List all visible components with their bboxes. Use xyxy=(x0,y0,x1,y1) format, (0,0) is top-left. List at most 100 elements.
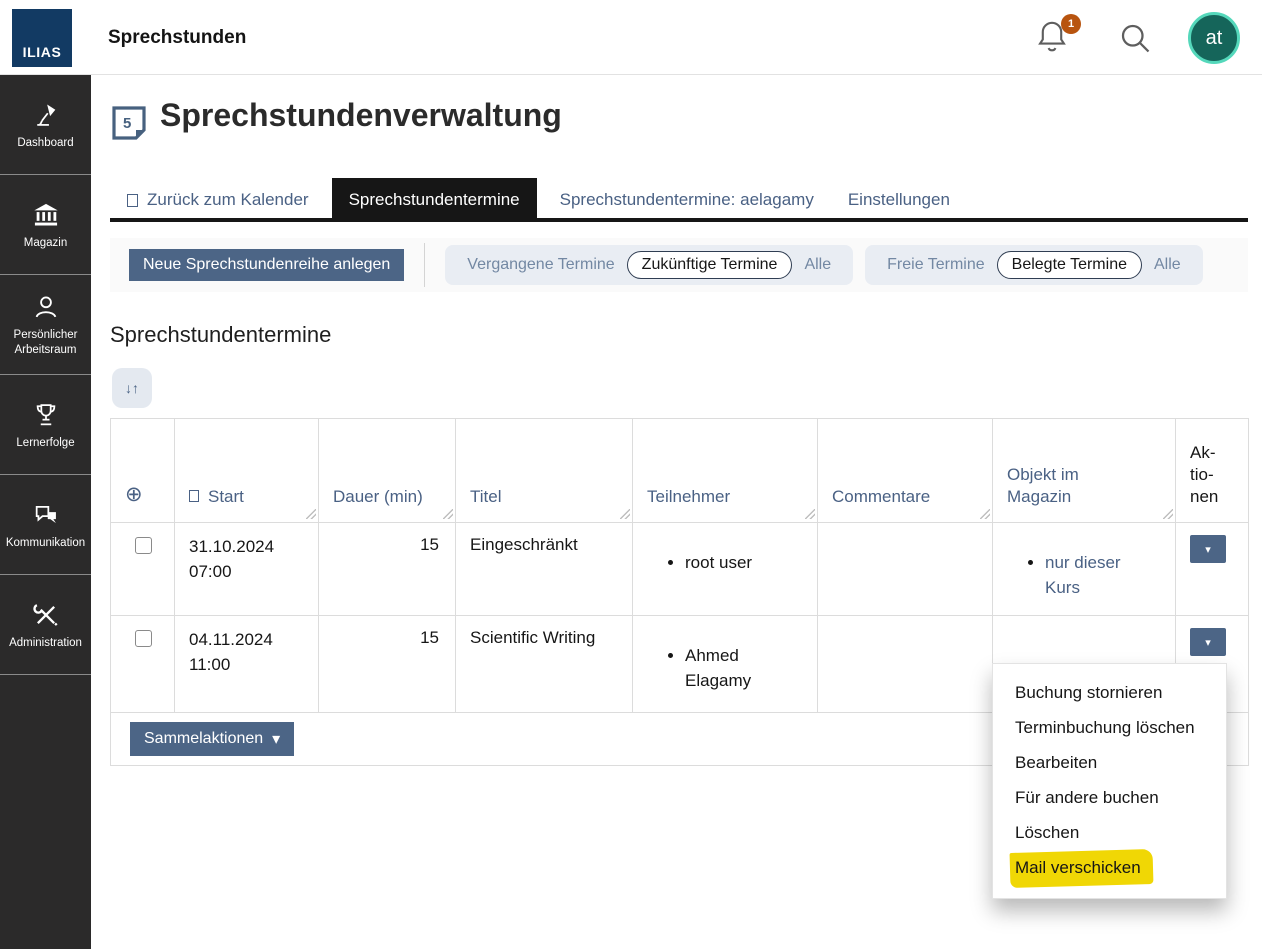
column-header-titel: Titel xyxy=(456,419,633,523)
ilias-logo[interactable]: ILIAS xyxy=(12,9,72,67)
tab-sprechstundentermine-aelagamy[interactable]: Sprechstundentermine: aelagamy xyxy=(543,178,831,222)
menu-item-fuer-andere-buchen[interactable]: Für andere buchen xyxy=(993,780,1226,815)
column-resize-handle[interactable] xyxy=(805,509,815,519)
tab-underline xyxy=(110,218,1248,222)
actions-cell: ▾ xyxy=(1176,523,1249,616)
participant-item: root user xyxy=(685,551,777,576)
sidebar-item-persoenlicher-arbeitsraum[interactable]: Persönlicher Arbeitsraum xyxy=(0,275,91,375)
tab-einstellungen[interactable]: Einstellungen xyxy=(831,178,967,222)
row-actions-dropdown-button[interactable]: ▾ xyxy=(1190,628,1226,656)
filter-alle-zeit[interactable]: Alle xyxy=(792,251,843,279)
tab-zurueck-zum-kalender[interactable]: Zurück zum Kalender xyxy=(110,178,326,222)
sidebar-item-label: Dashboard xyxy=(17,136,73,151)
column-resize-handle[interactable] xyxy=(620,509,630,519)
main-sidebar: Dashboard Magazin Persönlicher Arbeitsra… xyxy=(0,75,91,949)
duration-cell: 15 xyxy=(319,616,456,713)
search-icon xyxy=(1117,20,1153,56)
sidebar-item-label: Kommunikation xyxy=(6,536,85,551)
ilias-app: ILIAS Sprechstunden 1 at xyxy=(0,0,1262,949)
caret-down-icon: ▾ xyxy=(272,729,280,749)
svg-text:5: 5 xyxy=(123,115,131,132)
sidebar-item-label: Magazin xyxy=(24,236,67,251)
sort-icon: ↓↑ xyxy=(125,380,139,396)
row-checkbox[interactable] xyxy=(135,537,152,554)
row-actions-dropdown-button[interactable]: ▾ xyxy=(1190,535,1226,563)
sidebar-item-kommunikation[interactable]: Kommunikation xyxy=(0,475,91,575)
menu-item-mail-verschicken[interactable]: Mail verschicken xyxy=(993,850,1226,885)
menu-item-terminbuchung-loeschen[interactable]: Terminbuchung löschen xyxy=(993,710,1226,745)
sidebar-item-administration[interactable]: Administration xyxy=(0,575,91,675)
row-select-cell xyxy=(111,616,175,713)
filter-vergangene-termine[interactable]: Vergangene Termine xyxy=(455,251,626,279)
filter-freie-termine[interactable]: Freie Termine xyxy=(875,251,997,279)
sidebar-item-dashboard[interactable]: Dashboard xyxy=(0,75,91,175)
filter-alle-buchung[interactable]: Alle xyxy=(1142,251,1193,279)
filter-belegte-termine[interactable]: Belegte Termine xyxy=(997,251,1142,279)
column-resize-handle[interactable] xyxy=(980,509,990,519)
column-header-teilnehmer: Teilnehmer xyxy=(633,419,818,523)
title-cell: Scientific Writing xyxy=(456,616,633,713)
calendar-placeholder-icon xyxy=(189,490,199,502)
caret-down-icon: ▾ xyxy=(1205,544,1211,556)
title-cell: Eingeschränkt xyxy=(456,523,633,616)
column-header-dauer: Dauer (min) xyxy=(319,419,456,523)
column-header-commentare: Commentare xyxy=(818,419,993,523)
tab-sprechstundentermine[interactable]: Sprechstundentermine xyxy=(332,178,537,222)
notification-badge: 1 xyxy=(1061,14,1081,34)
duration-cell: 15 xyxy=(319,523,456,616)
tab-bar: Zurück zum Kalender Sprechstundentermine… xyxy=(110,178,967,222)
new-sprechstundenreihe-button[interactable]: Neue Sprechstundenreihe anlegen xyxy=(129,249,404,281)
row-actions-context-menu: Buchung stornieren Terminbuchung löschen… xyxy=(992,663,1227,899)
toolbar-divider xyxy=(424,243,425,287)
calendar-day-icon: 5 xyxy=(110,104,148,142)
add-circle-icon[interactable]: ⊕ xyxy=(125,483,143,506)
sidebar-item-magazin[interactable]: Magazin xyxy=(0,175,91,275)
sidebar-item-label: Lernerfolge xyxy=(16,436,74,451)
participants-cell: root user xyxy=(633,523,818,616)
filter-zukuenftige-termine[interactable]: Zukünftige Termine xyxy=(627,251,793,279)
calendar-placeholder-icon xyxy=(127,194,138,207)
avatar-initials: at xyxy=(1206,27,1223,50)
column-header-select: ⊕ xyxy=(111,419,175,523)
column-header-start: Start xyxy=(175,419,319,523)
page-title: Sprechstundenverwaltung xyxy=(160,97,562,134)
bulk-actions-button[interactable]: Sammelaktionen ▾ xyxy=(130,722,294,756)
user-avatar[interactable]: at xyxy=(1188,12,1240,64)
start-cell: 04.11.2024 11:00 xyxy=(175,616,319,713)
sidebar-item-label: Persönlicher Arbeitsraum xyxy=(1,328,90,358)
notifications-button[interactable]: 1 xyxy=(1035,18,1079,62)
search-button[interactable] xyxy=(1117,20,1153,56)
column-resize-handle[interactable] xyxy=(306,509,316,519)
chat-icon xyxy=(31,499,61,531)
table-header-row: ⊕ Start Dauer (min) Titel xyxy=(111,419,1249,523)
main-content: 5 Sprechstundenverwaltung Zurück zum Kal… xyxy=(91,75,1262,949)
lamp-icon xyxy=(32,99,60,131)
sort-button[interactable]: ↓↑ xyxy=(112,368,152,408)
caret-down-icon: ▾ xyxy=(1205,637,1211,649)
filter-toolbar: Neue Sprechstundenreihe anlegen Vergange… xyxy=(110,238,1248,292)
repository-object-item: nur dieser Kurs xyxy=(1045,551,1137,600)
repository-object-cell: nur dieser Kurs xyxy=(993,523,1176,616)
tools-icon xyxy=(32,599,60,631)
participant-item: Ahmed Elagamy xyxy=(685,644,777,693)
sidebar-item-lernerfolge[interactable]: Lernerfolge xyxy=(0,375,91,475)
repository-object-link[interactable]: nur dieser Kurs xyxy=(1045,553,1121,597)
menu-item-loeschen[interactable]: Löschen xyxy=(993,815,1226,850)
column-resize-handle[interactable] xyxy=(1163,509,1173,519)
column-header-aktionen: Ak-tio-nen xyxy=(1176,419,1249,523)
person-icon xyxy=(32,291,60,323)
column-header-objekt-im-magazin: Objekt im Magazin xyxy=(993,419,1176,523)
start-cell: 31.10.2024 07:00 xyxy=(175,523,319,616)
trophy-icon xyxy=(32,399,60,431)
booking-filter-group: Freie Termine Belegte Termine Alle xyxy=(865,245,1203,285)
menu-item-buchung-stornieren[interactable]: Buchung stornieren xyxy=(993,675,1226,710)
comments-cell xyxy=(818,523,993,616)
bank-icon xyxy=(31,199,61,231)
row-checkbox[interactable] xyxy=(135,630,152,647)
table-row: 31.10.2024 07:00 15 Eingeschränkt root u… xyxy=(111,523,1249,616)
app-title: Sprechstunden xyxy=(108,0,246,75)
column-resize-handle[interactable] xyxy=(443,509,453,519)
top-header-bar: ILIAS Sprechstunden 1 at xyxy=(0,0,1262,75)
menu-item-bearbeiten[interactable]: Bearbeiten xyxy=(993,745,1226,780)
time-filter-group: Vergangene Termine Zukünftige Termine Al… xyxy=(445,245,853,285)
